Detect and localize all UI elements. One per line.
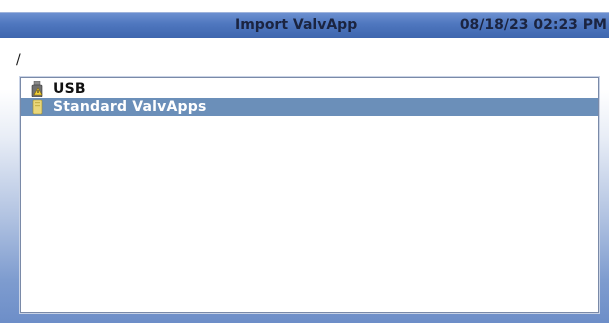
usb-drive-icon — [31, 80, 45, 98]
list-item-label: Standard ValvApps — [53, 99, 207, 115]
list-item-usb[interactable]: USB — [21, 80, 598, 98]
list-item-standard-valvapps[interactable]: Standard ValvApps — [21, 98, 598, 116]
folder-icon — [31, 99, 45, 115]
date-time: 08/18/23 02:23 PM — [459, 17, 607, 33]
list-item-label: USB — [53, 81, 86, 97]
file-list[interactable]: USB Standard ValvApps — [20, 77, 599, 313]
import-valvapp-screen: Import ValvApp 08/18/23 02:23 PM / USB S… — [0, 0, 609, 323]
current-path: / — [16, 52, 21, 68]
window-title: Import ValvApp — [235, 17, 358, 33]
title-bar: Import ValvApp 08/18/23 02:23 PM — [0, 12, 609, 38]
